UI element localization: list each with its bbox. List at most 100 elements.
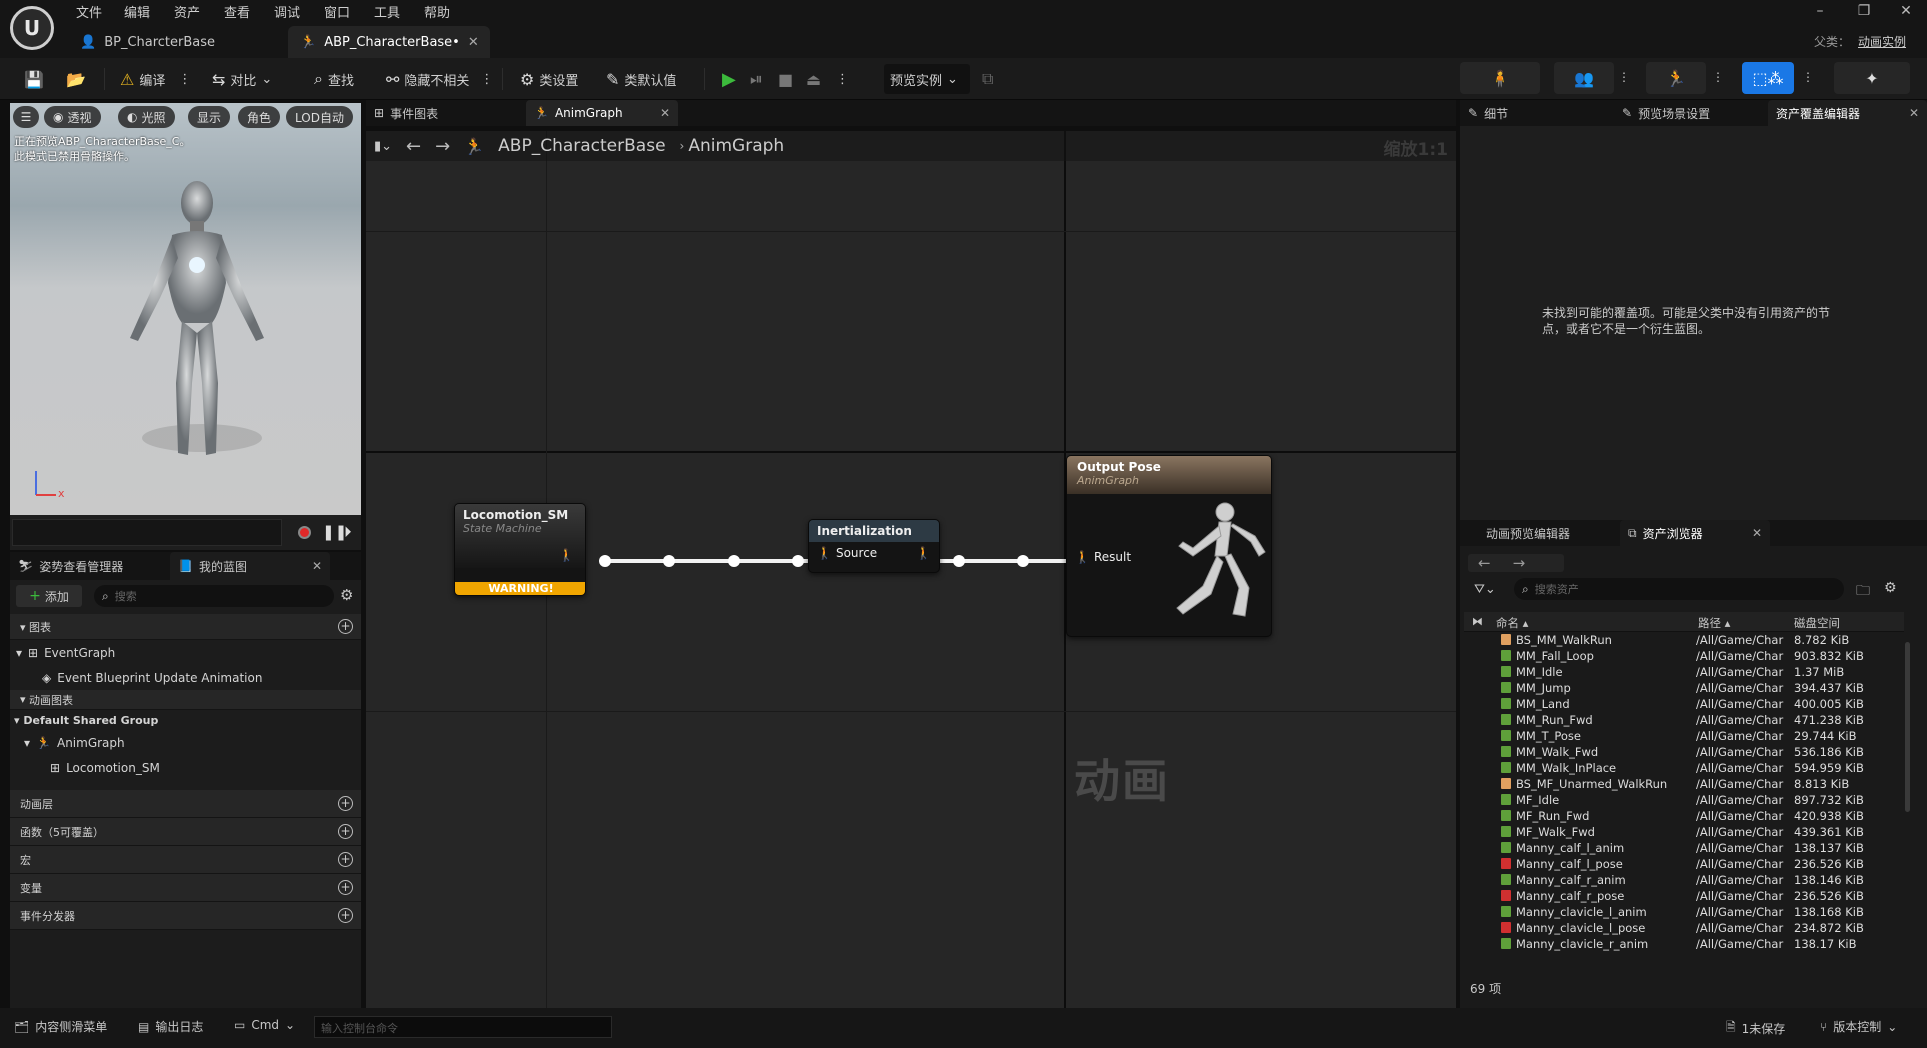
back-arrow-icon[interactable]: ← [406, 136, 421, 157]
close-window-icon[interactable]: ✕ [1888, 0, 1924, 22]
content-drawer-button[interactable]: 🗂 内容侧滑菜单 [14, 1018, 107, 1035]
tab-details[interactable]: ✎ 细节 [1460, 100, 1614, 126]
table-row[interactable]: MF_Run_Fwd/All/Game/Char 420.938 KiB [1464, 808, 1904, 824]
table-row[interactable]: MF_Idle/All/Game/Char 897.732 KiB [1464, 792, 1904, 808]
preview-instance-dropdown[interactable]: 预览实例 ⌄ [884, 64, 970, 94]
play-button[interactable]: ▶ [716, 63, 742, 95]
step-button[interactable]: ⏯ [744, 63, 769, 95]
compile-button[interactable]: ⚠ 编译 ⋮ [114, 63, 197, 95]
add-function-icon[interactable]: + [338, 824, 353, 839]
breadcrumb-root[interactable]: ABP_CharacterBase [498, 136, 665, 156]
tree-item-event-update[interactable]: ◈ Event Blueprint Update Animation [10, 665, 361, 690]
more-options-icon[interactable]: ⋮ [480, 72, 493, 87]
inertialization-node[interactable]: Inertialization 🚶 Source 🚶 [808, 519, 940, 573]
lod-button[interactable]: LOD自动 [286, 106, 353, 128]
filter-icon[interactable]: ⛛⌄ [1474, 582, 1496, 597]
anim-layers-section[interactable]: 动画层 + [10, 790, 361, 818]
table-row[interactable]: MM_Walk_InPlace/All/Game/Char 594.959 KiB [1464, 760, 1904, 776]
more-options-icon[interactable]: ⋮ [830, 63, 855, 95]
breadcrumb-current[interactable]: AnimGraph [688, 136, 784, 156]
pose-pin-icon[interactable]: 🚶 [559, 548, 574, 562]
close-icon[interactable]: ✕ [1909, 106, 1919, 120]
save-button[interactable]: 💾 [18, 63, 50, 95]
column-toggle-icon[interactable]: ⧓ [1472, 615, 1483, 628]
close-icon[interactable]: ✕ [312, 559, 322, 573]
preview-viewport[interactable]: ☰ ◉ 透视 ◐ 光照 显示 角色 LOD自动 正在预览ABP_CharacterB… [10, 103, 361, 515]
console-input[interactable]: 输入控制台命令 [314, 1016, 612, 1038]
restore-icon[interactable]: ❐ [1846, 0, 1882, 22]
debug-filter-button[interactable]: ⧉ [976, 63, 999, 95]
eject-button[interactable]: ⏏ [800, 63, 827, 95]
show-button[interactable]: 显示 [188, 106, 231, 128]
gear-icon[interactable]: ⚙ [1884, 580, 1897, 596]
hide-unrelated-button[interactable]: ⚯ 隐藏不相关 ⋮ [380, 63, 499, 95]
menu-window[interactable]: 窗口 [324, 2, 350, 22]
tab-bp-characterbase[interactable]: 👤 BP_CharcterBase [68, 26, 286, 58]
tab-event-graph[interactable]: ⊞ 事件图表 [366, 100, 526, 126]
table-row[interactable]: Manny_clavicle_l_anim/All/Game/Char 138.1… [1464, 904, 1904, 920]
table-row[interactable]: Manny_clavicle_r_anim/All/Game/Char 138.1… [1464, 936, 1904, 952]
table-row[interactable]: BS_MF_Unarmed_WalkRun/All/Game/Char 8.813… [1464, 776, 1904, 792]
animation-mode-button[interactable]: 🏃 [1646, 62, 1706, 94]
source-control-button[interactable]: ⑂ 版本控制 ⌄ [1820, 1018, 1897, 1035]
macros-section[interactable]: 宏 + [10, 846, 361, 874]
table-row[interactable]: MM_Run_Fwd/All/Game/Char 471.238 KiB [1464, 712, 1904, 728]
viewport-menu-icon[interactable]: ☰ [13, 106, 39, 128]
table-row[interactable]: Manny_calf_r_pose/All/Game/Char 236.526 K… [1464, 888, 1904, 904]
parent-class-link[interactable]: 动画实例 [1858, 33, 1906, 50]
unreal-logo-icon[interactable]: U [10, 6, 54, 50]
add-variable-icon[interactable]: + [338, 880, 353, 895]
event-dispatchers-section[interactable]: 事件分发器 + [10, 902, 361, 930]
forward-arrow-icon[interactable]: → [435, 136, 450, 157]
menu-file[interactable]: 文件 [76, 2, 102, 22]
tab-pose-watch[interactable]: ⛷ 姿势查看管理器 [10, 552, 170, 580]
close-icon[interactable]: ✕ [1752, 526, 1762, 540]
tab-abp-characterbase[interactable]: 🏃 ABP_CharacterBase• ✕ [288, 26, 490, 58]
tab-preview-scene[interactable]: ✎ 预览场景设置 [1614, 100, 1768, 126]
graphs-section[interactable]: ▾ 图表 + [10, 614, 361, 640]
more-options-icon[interactable]: ⋮ [1802, 70, 1814, 84]
table-row[interactable]: MF_Walk_Fwd/All/Game/Char 439.361 KiB [1464, 824, 1904, 840]
back-arrow-icon[interactable]: ← [1478, 554, 1491, 572]
scrollbar[interactable] [1905, 642, 1910, 812]
add-graph-icon[interactable]: + [338, 619, 353, 634]
lighting-button[interactable]: ◐ 光照 [118, 106, 175, 128]
tab-anim-preview-editor[interactable]: 动画预览编辑器 [1460, 520, 1620, 546]
folder-icon[interactable]: 🗀 [1856, 580, 1870, 604]
table-row[interactable]: MM_Jump/All/Game/Char 394.437 KiB [1464, 680, 1904, 696]
class-defaults-button[interactable]: ✎ 类默认值 [600, 63, 682, 95]
table-row[interactable]: MM_Land/All/Game/Char 400.005 KiB [1464, 696, 1904, 712]
table-row[interactable]: Manny_calf_l_anim/All/Game/Char 138.137 K… [1464, 840, 1904, 856]
menu-tools[interactable]: 工具 [374, 2, 400, 22]
pose-pin-icon[interactable]: 🚶 [916, 546, 931, 560]
table-row[interactable]: MM_Walk_Fwd/All/Game/Char 536.186 KiB [1464, 744, 1904, 760]
menu-debug[interactable]: 调试 [274, 2, 300, 22]
menu-view[interactable]: 查看 [224, 2, 250, 22]
stop-button[interactable]: ■ [772, 63, 799, 95]
add-button[interactable]: + 添加 [16, 585, 82, 607]
variables-section[interactable]: 变量 + [10, 874, 361, 902]
record-button[interactable] [298, 526, 311, 539]
table-row[interactable]: BS_MM_WalkRun/All/Game/Char 8.782 KiB [1464, 632, 1904, 648]
unsaved-button[interactable]: 🗎 1未保存 [1726, 1018, 1785, 1039]
perspective-button[interactable]: ◉ 透视 [44, 106, 101, 128]
anim-graph-canvas[interactable]: ▮⌄ ← → 🏃 ABP_CharacterBase › AnimGraph 缩… [366, 131, 1456, 1009]
result-pin[interactable]: 🚶 Result [1075, 550, 1131, 564]
close-icon[interactable]: ✕ [468, 35, 479, 50]
skeleton-mode-button[interactable]: 🧍 [1460, 62, 1540, 94]
class-settings-button[interactable]: ⚙ 类设置 [514, 63, 584, 95]
character-button[interactable]: 角色 [238, 106, 281, 128]
browse-button[interactable]: 📂 [60, 63, 92, 95]
table-row[interactable]: Manny_calf_l_pose/All/Game/Char 236.526 K… [1464, 856, 1904, 872]
gear-icon[interactable]: ⚙ [340, 586, 353, 604]
add-macro-icon[interactable]: + [338, 852, 353, 867]
minimize-icon[interactable]: – [1802, 0, 1838, 22]
table-row[interactable]: Manny_clavicle_l_pose/All/Game/Char 234.8… [1464, 920, 1904, 936]
tree-item-shared-group[interactable]: ▾ Default Shared Group [10, 710, 361, 730]
tab-anim-graph[interactable]: 🏃 AnimGraph ✕ [526, 100, 678, 126]
tree-item-eventgraph[interactable]: ▾ ⊞ EventGraph [10, 640, 361, 665]
cmd-dropdown[interactable]: ▭ Cmd ⌄ [234, 1018, 295, 1032]
asset-search-input[interactable]: ⌕ 搜索资产 [1514, 578, 1844, 600]
table-row[interactable]: Manny_calf_r_anim/All/Game/Char 138.146 K… [1464, 872, 1904, 888]
step-forward-button[interactable]: ⏵ [344, 523, 352, 541]
